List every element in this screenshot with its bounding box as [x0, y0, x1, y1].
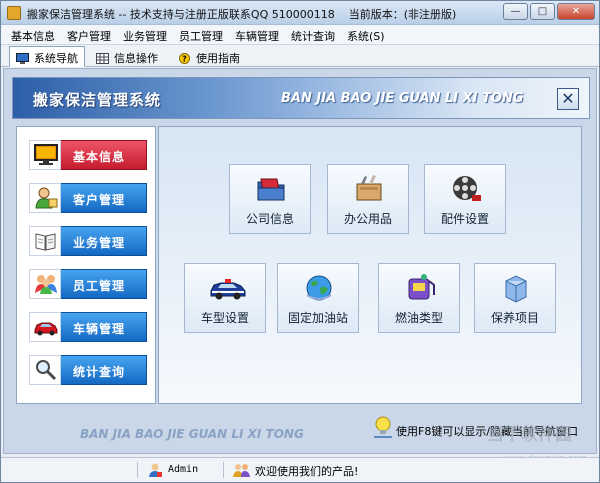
people-icon [35, 275, 57, 294]
globe-icon [306, 275, 332, 301]
user-icon [149, 463, 162, 477]
fuel-icon [408, 274, 435, 300]
police-car-icon [210, 279, 246, 300]
menu-business[interactable]: 业务管理 [123, 28, 167, 44]
magnifier-icon [36, 360, 57, 381]
car-icon [34, 322, 58, 336]
close-button[interactable]: ✕ [557, 3, 595, 20]
help-icon: ? [179, 53, 190, 64]
tab-info-operation[interactable]: 信息操作 [89, 46, 165, 67]
status-message: 欢迎使用我们的产品! [255, 465, 359, 478]
box-icon [505, 275, 527, 303]
nav-staff-button[interactable]: 员工管理 [29, 269, 147, 299]
navigation-panel: 搬家保洁管理系统 BAN JIA BAO JIE GUAN LI XI TONG… [3, 68, 597, 454]
minimize-button[interactable]: — [503, 3, 528, 20]
app-icon [7, 6, 21, 20]
customer-icon [35, 187, 58, 209]
grid-icon [96, 53, 109, 64]
parts-settings-button[interactable]: 配件设置 [424, 164, 506, 234]
banner: 搬家保洁管理系统 BAN JIA BAO JIE GUAN LI XI TONG… [12, 77, 590, 119]
banner-title: 搬家保洁管理系统 [33, 91, 162, 109]
lightbulb-icon [374, 416, 392, 438]
nav-vehicle-button[interactable]: 车辆管理 [29, 312, 147, 342]
office-supplies-button[interactable]: 办公用品 [327, 164, 409, 234]
maximize-button[interactable]: □ [530, 3, 555, 20]
footer-subtitle: BAN JIA BAO JIE GUAN LI XI TONG [80, 427, 304, 441]
menu-vehicle[interactable]: 车辆管理 [235, 28, 279, 44]
users-icon [233, 464, 250, 477]
svg-text:?: ? [182, 54, 186, 63]
status-bar: Admin 欢迎使用我们的产品! [1, 457, 599, 482]
menu-system[interactable]: 系统(S) [347, 28, 385, 44]
menu-basic-info[interactable]: 基本信息 [11, 28, 55, 44]
fuel-type-button[interactable]: 燃油类型 [378, 263, 460, 333]
banner-subtitle: BAN JIA BAO JIE GUAN LI XI TONG [281, 91, 524, 106]
book-icon [35, 233, 56, 251]
version-label: 当前版本：(非注册版) [348, 8, 457, 21]
monitor-icon [16, 53, 29, 64]
close-nav-button[interactable]: ✕ [557, 88, 579, 110]
folder-icon [257, 178, 285, 201]
function-panel: 公司信息 办公用品 配件设置 车型设置 固定加油站 燃油类型 保养项目 [158, 126, 582, 404]
company-info-button[interactable]: 公司信息 [229, 164, 311, 234]
tab-system-nav[interactable]: 系统导航 [9, 46, 85, 67]
nav-customer-button[interactable]: 客户管理 [29, 183, 147, 213]
nav-basic-info-button[interactable]: 基本信息 [29, 140, 147, 170]
film-reel-icon [453, 176, 481, 201]
title-bar[interactable]: 搬家保洁管理系统 -- 技术支持与注册正版联系QQ 510000118 当前版本… [1, 1, 599, 25]
menu-statistics[interactable]: 统计查询 [291, 28, 335, 44]
maintenance-items-button[interactable]: 保养项目 [474, 263, 556, 333]
current-user: Admin [168, 464, 199, 475]
monitor-icon [34, 144, 58, 165]
app-window: 搬家保洁管理系统 -- 技术支持与注册正版联系QQ 510000118 当前版本… [0, 0, 600, 483]
nav-menu: 基本信息 客户管理 业务管理 员工管理 车辆管理 统计查询 [16, 126, 156, 404]
car-model-button[interactable]: 车型设置 [184, 263, 266, 333]
menu-customer[interactable]: 客户管理 [67, 28, 111, 44]
office-supplies-icon [356, 175, 382, 201]
menu-staff[interactable]: 员工管理 [179, 28, 223, 44]
window-title: 搬家保洁管理系统 -- 技术支持与注册正版联系QQ 510000118 当前版本… [27, 8, 457, 21]
menu-bar: 基本信息 客户管理 业务管理 员工管理 车辆管理 统计查询 系统(S) [1, 25, 599, 45]
fixed-gas-station-button[interactable]: 固定加油站 [277, 263, 359, 333]
nav-statistics-button[interactable]: 统计查询 [29, 355, 147, 385]
tab-user-guide[interactable]: ? 使用指南 [171, 46, 247, 67]
tab-bar: 系统导航 信息操作 ? 使用指南 [1, 45, 599, 67]
nav-business-button[interactable]: 业务管理 [29, 226, 147, 256]
